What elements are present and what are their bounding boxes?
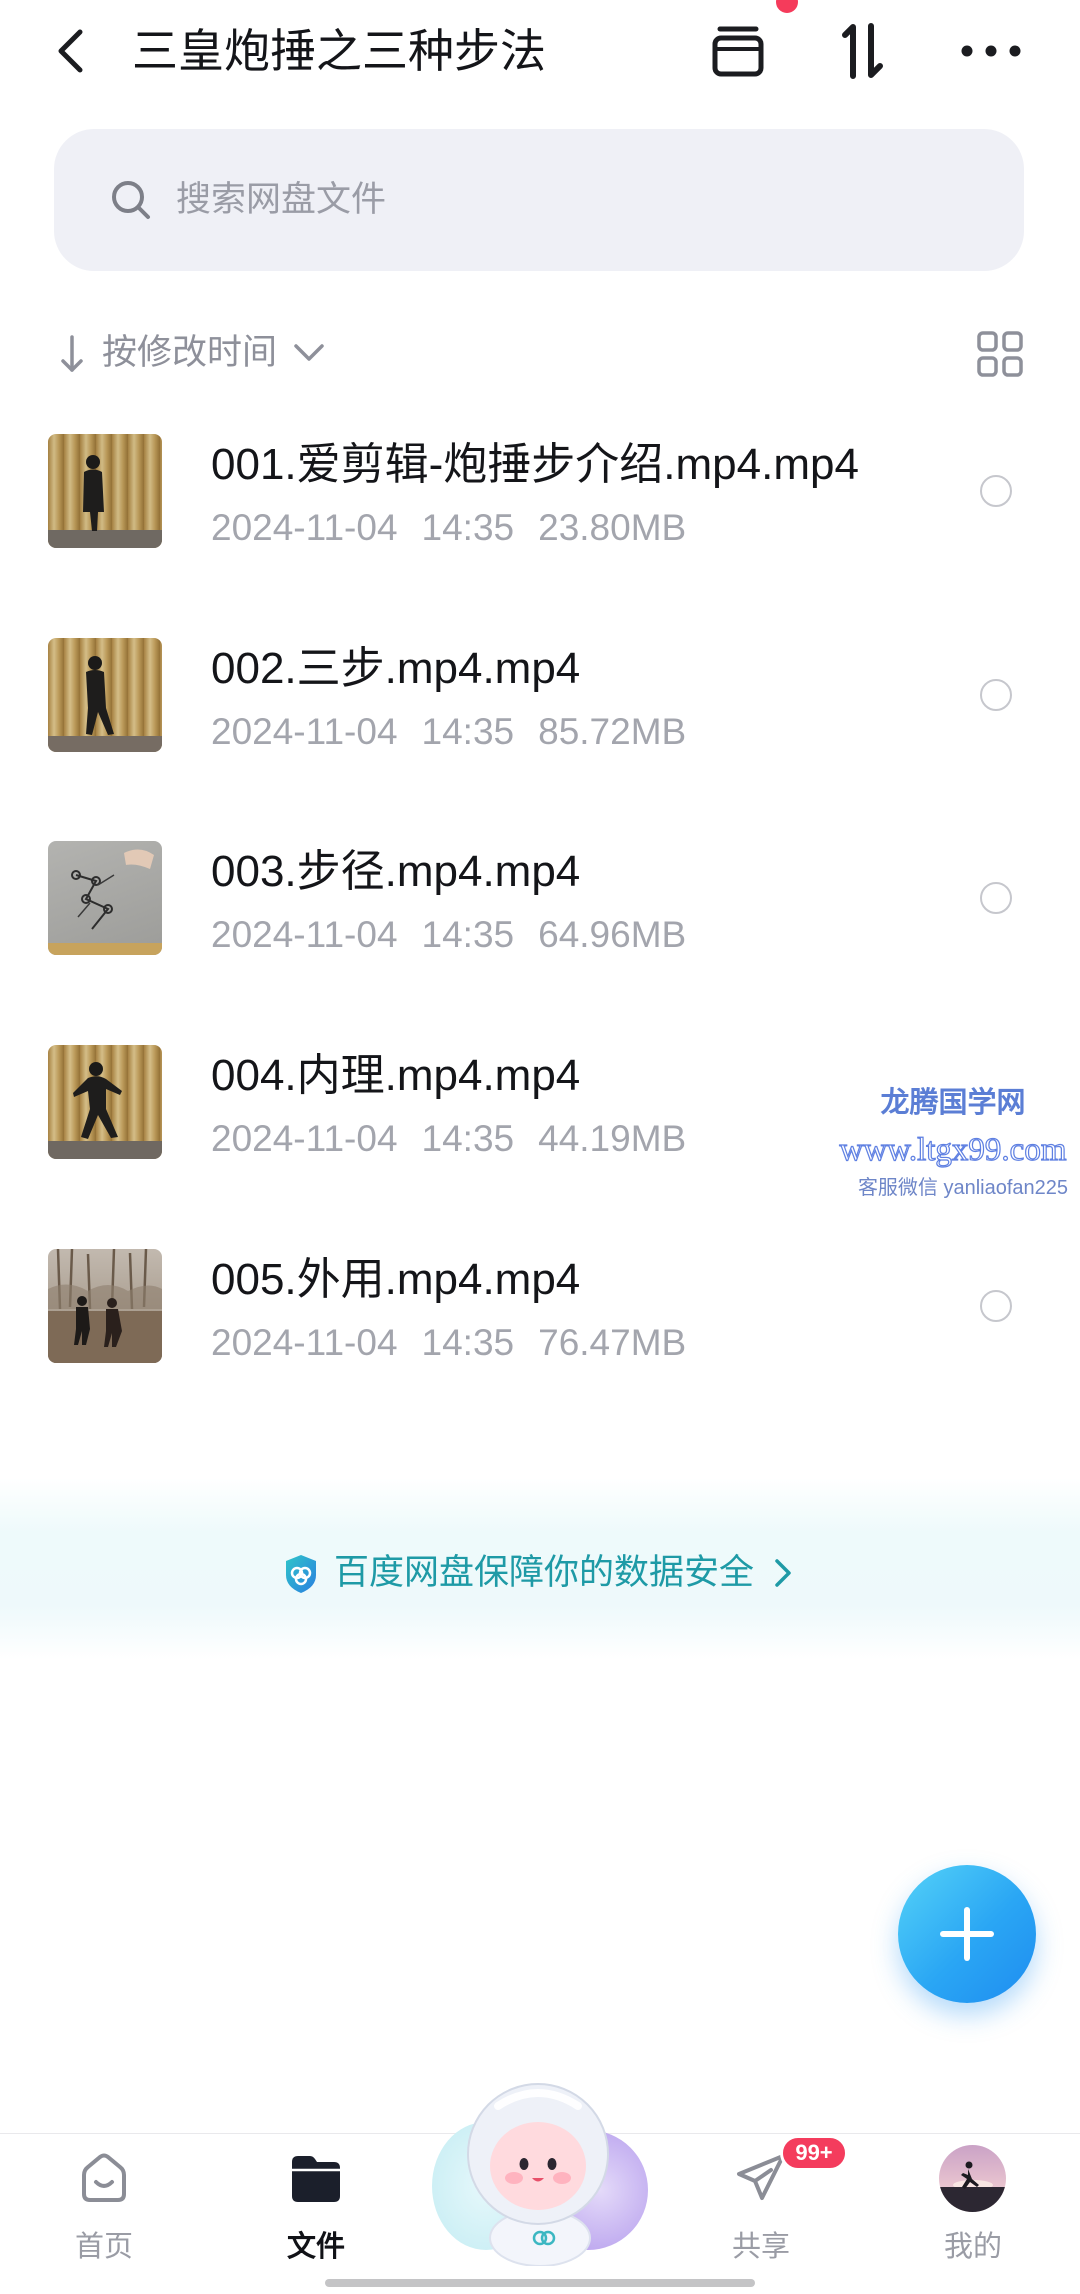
watermark-contact: 客服微信 yanliaofan225 [857,1177,1069,1199]
chevron-left-icon [58,29,83,73]
home-icon [82,2153,126,2202]
file-size: 23.80MB [538,507,687,548]
file-meta: 2024-11-04 14:35 64.96MB [211,912,710,958]
file-date: 2024-11-04 [211,1118,398,1159]
arrow-down-icon [61,335,83,372]
file-date: 2024-11-04 [211,711,398,752]
video-thumbnail [48,841,162,955]
file-name: 004.内理.mp4.mp4 [211,1051,581,1100]
watermark: 龙腾国学网 www.ltgx99.com 客服微信 yanliaofan225 [828,1078,1078,1206]
swap-vertical-icon [842,23,883,79]
back-button[interactable] [54,28,88,74]
file-size: 64.96MB [538,914,687,955]
file-date: 2024-11-04 [211,914,398,955]
sort-order-button[interactable] [838,21,888,81]
archive-box-icon [712,26,764,77]
file-row[interactable]: 001.爱剪辑-炮捶步介绍.mp4.mp4 2024-11-04 14:35 23.… [0,434,1080,548]
select-radio[interactable] [980,882,1012,914]
file-meta: 2024-11-04 14:35 85.72MB [211,709,710,755]
file-name: 001.爱剪辑-炮捶步介绍.mp4.mp4 [211,440,859,489]
watermark-name: 龙腾国学网 [880,1085,1026,1119]
grid-view-icon [977,331,1023,377]
file-row[interactable]: 005.外用.mp4.mp4 2024-11-04 14:35 76.47MB [0,1249,1080,1363]
file-name: 002.三步.mp4.mp4 [211,644,581,693]
file-name: 005.外用.mp4.mp4 [211,1255,581,1304]
nav-label: 文件 [286,2231,345,2263]
search-input[interactable]: 搜索网盘文件 [176,178,386,222]
home-indicator [325,2279,755,2287]
mascot-icon [432,2083,648,2267]
file-row[interactable]: 003.步径.mp4.mp4 2024-11-04 14:35 64.96MB [0,841,1080,955]
file-size: 76.47MB [538,1322,687,1363]
file-time: 14:35 [421,1118,515,1159]
chevron-down-icon [294,344,324,361]
file-size: 85.72MB [538,711,687,752]
file-size: 44.19MB [538,1118,687,1159]
notification-badge: 99+ [780,2135,848,2171]
watermark-url: www.ltgx99.com [839,1131,1067,1168]
archive-button[interactable] [711,24,765,78]
shield-icon [286,1555,316,1593]
select-radio[interactable] [980,1290,1012,1322]
video-thumbnail [48,638,162,752]
page-title: 三皇炮捶之三种步法 [132,25,546,77]
file-time: 14:35 [421,711,515,752]
folder-icon [292,2156,340,2202]
file-date: 2024-11-04 [211,1322,398,1363]
select-radio[interactable] [980,679,1012,711]
nav-item-files[interactable]: 文件 [256,2140,376,2270]
video-thumbnail [48,1249,162,1363]
file-meta: 2024-11-04 14:35 76.47MB [211,1320,710,1366]
notification-dot [776,0,798,13]
file-row[interactable]: 002.三步.mp4.mp4 2024-11-04 14:35 85.72MB [0,638,1080,752]
banner-text: 百度网盘保障你的数据安全 [334,1553,755,1592]
file-meta: 2024-11-04 14:35 23.80MB [211,505,710,551]
sort-label: 按修改时间 [102,333,278,372]
file-time: 14:35 [421,914,515,955]
more-button[interactable] [958,40,1024,62]
file-meta: 2024-11-04 14:35 44.19MB [211,1116,710,1162]
nav-label: 首页 [74,2231,133,2263]
add-button[interactable] [898,1865,1036,2003]
nav-item-share[interactable]: 99+ 共享 [701,2135,848,2270]
chevron-right-icon [775,1559,791,1587]
more-dots-icon [961,45,1021,57]
avatar [939,2145,1006,2212]
file-time: 14:35 [421,1322,515,1363]
view-toggle-button[interactable] [977,331,1023,377]
search-icon [112,181,150,219]
video-thumbnail [48,434,162,548]
file-date: 2024-11-04 [211,507,398,548]
file-time: 14:35 [421,507,515,548]
nav-item-me[interactable]: 我的 [913,2140,1033,2270]
file-name: 003.步径.mp4.mp4 [211,847,581,896]
video-thumbnail [48,1045,162,1159]
nav-label: 我的 [943,2231,1002,2263]
nav-label: 共享 [731,2231,790,2263]
nav-item-home[interactable]: 首页 [44,2140,164,2270]
mascot-button[interactable] [428,2066,654,2267]
select-radio[interactable] [980,475,1012,507]
